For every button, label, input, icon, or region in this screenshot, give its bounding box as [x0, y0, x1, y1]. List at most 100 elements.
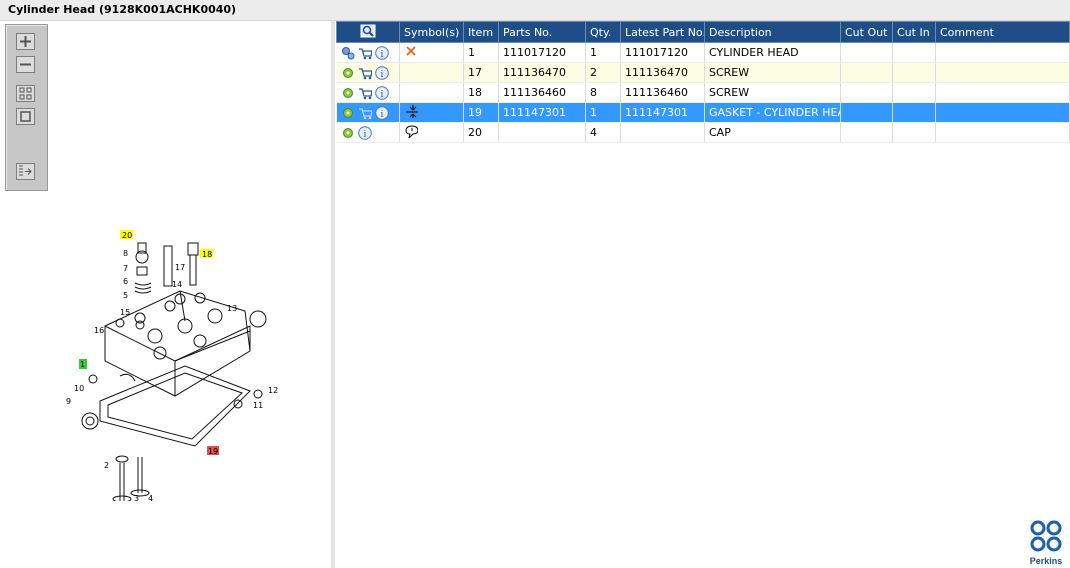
info-icon[interactable]: i: [374, 45, 389, 60]
callout-10[interactable]: 10: [74, 384, 84, 393]
window-title-bar: Cylinder Head (9128K001ACHK0040): [0, 0, 1070, 21]
row-symbol: [399, 122, 464, 143]
export-button[interactable]: [16, 163, 35, 180]
table-row-selected[interactable]: i 19 111147301 1 111147301 GASKET - CYLI…: [336, 102, 1070, 123]
column-header-symbols[interactable]: Symbol(s): [399, 21, 464, 43]
cell-latest-part-no: 111136460: [620, 82, 705, 103]
shopping-cart-icon[interactable]: [358, 106, 372, 120]
fit-all-button[interactable]: [16, 85, 35, 102]
callout-12[interactable]: 12: [268, 386, 278, 395]
callout-1[interactable]: 1: [80, 360, 85, 369]
row-symbol: [399, 102, 464, 123]
table-row[interactable]: i 20 4 CAP: [336, 122, 1070, 143]
column-header-parts-no[interactable]: Parts No.: [498, 21, 586, 43]
table-row[interactable]: i 1 111017120 1 111017120 CYLINDER HEAD: [336, 42, 1070, 63]
shopping-cart-icon[interactable]: [358, 86, 372, 100]
info-icon[interactable]: i: [374, 105, 389, 120]
callout-8[interactable]: 8: [123, 249, 128, 258]
info-icon[interactable]: i: [374, 85, 389, 100]
table-row[interactable]: i 17 111136470 2 111136470 SCREW: [336, 62, 1070, 83]
callout-4[interactable]: 4: [148, 494, 153, 501]
column-header-description[interactable]: Description: [704, 21, 841, 43]
cell-cut-in: [892, 62, 936, 83]
cell-description: GASKET - CYLINDER HEAD: [704, 102, 841, 123]
note-bubble-icon: [405, 125, 418, 138]
row-symbol: [399, 62, 464, 83]
cell-parts-no: 111017120: [498, 42, 586, 63]
info-icon[interactable]: i: [357, 125, 372, 140]
callout-19[interactable]: 19: [208, 447, 218, 456]
callout-6[interactable]: 6: [123, 277, 128, 286]
callout-17[interactable]: 17: [175, 263, 185, 272]
callout-14[interactable]: 14: [172, 280, 182, 289]
cell-item: 18: [463, 82, 499, 103]
svg-text:i: i: [380, 110, 383, 120]
gear-icon[interactable]: [341, 66, 355, 80]
logo-text: Perkins: [1029, 556, 1063, 566]
gear-icon[interactable]: [341, 106, 355, 120]
column-header-item[interactable]: Item: [463, 21, 499, 43]
column-header-latest-part-no[interactable]: Latest Part No.: [620, 21, 705, 43]
zoom-in-button[interactable]: [16, 33, 35, 50]
cell-description: CYLINDER HEAD: [704, 42, 841, 63]
cell-cut-in: [892, 42, 936, 63]
gear-icon[interactable]: [341, 126, 355, 140]
cell-item: 20: [463, 122, 499, 143]
table-row[interactable]: i 18 111136460 8 111136460 SCREW: [336, 82, 1070, 103]
cell-item: 19: [463, 102, 499, 123]
cell-description: CAP: [704, 122, 841, 143]
cell-parts-no: 111136470: [498, 62, 586, 83]
column-header-search[interactable]: [336, 21, 400, 43]
cell-item: 1: [463, 42, 499, 63]
callout-11[interactable]: 11: [253, 401, 263, 410]
zoom-out-button[interactable]: [16, 56, 35, 73]
svg-text:i: i: [380, 90, 383, 100]
zoom-in-icon: [20, 36, 31, 47]
cell-cut-in: [892, 102, 936, 123]
gear-icon[interactable]: [341, 86, 355, 100]
cell-latest-part-no: 111136470: [620, 62, 705, 83]
column-header-qty[interactable]: Qty.: [585, 21, 621, 43]
callout-9[interactable]: 9: [66, 397, 71, 406]
shopping-cart-icon[interactable]: [358, 66, 372, 80]
callout-2[interactable]: 2: [104, 461, 109, 470]
column-header-cut-in[interactable]: Cut In: [892, 21, 936, 43]
column-header-comment[interactable]: Comment: [935, 21, 1070, 43]
perkins-logo-mark: [1030, 520, 1062, 552]
fit-window-button[interactable]: [16, 108, 35, 125]
callout-20[interactable]: 20: [122, 231, 132, 240]
cell-qty: 1: [585, 42, 621, 63]
callout-16[interactable]: 16: [94, 326, 104, 335]
cell-parts-no: 111147301: [498, 102, 586, 123]
cell-cut-out: [840, 102, 893, 123]
cell-cut-out: [840, 82, 893, 103]
fit-window-icon: [20, 111, 31, 122]
row-actions: i: [336, 42, 400, 63]
exploded-parts-diagram[interactable]: 20 8 7 6 5 17 18 15 16 14 13 1 10 9 11 1…: [60, 201, 290, 501]
gears-icon[interactable]: [341, 46, 355, 60]
callout-3[interactable]: 3: [134, 494, 139, 501]
callout-13[interactable]: 13: [227, 304, 237, 313]
callout-5[interactable]: 5: [123, 291, 128, 300]
shopping-cart-icon[interactable]: [358, 46, 372, 60]
cell-comment: [935, 102, 1070, 123]
cell-parts-no: 111136460: [498, 82, 586, 103]
callout-15[interactable]: 15: [120, 308, 130, 317]
callout-7[interactable]: 7: [123, 264, 128, 273]
compress-symbol-icon: [406, 105, 418, 118]
cell-cut-out: [840, 62, 893, 83]
cell-description: SCREW: [704, 82, 841, 103]
zoom-out-icon: [20, 63, 31, 66]
table-header-row: Symbol(s) Item Parts No. Qty. Latest Par…: [336, 21, 1070, 43]
column-header-cut-out[interactable]: Cut Out: [840, 21, 893, 43]
svg-text:i: i: [380, 70, 383, 80]
cell-cut-in: [892, 122, 936, 143]
callout-18[interactable]: 18: [202, 250, 212, 259]
cell-latest-part-no: 111147301: [620, 102, 705, 123]
cell-description: SCREW: [704, 62, 841, 83]
row-actions: i: [336, 102, 400, 123]
cell-cut-out: [840, 42, 893, 63]
info-icon[interactable]: i: [374, 65, 389, 80]
diagram-pane[interactable]: 20 8 7 6 5 17 18 15 16 14 13 1 10 9 11 1…: [0, 21, 331, 568]
cell-qty: 4: [585, 122, 621, 143]
